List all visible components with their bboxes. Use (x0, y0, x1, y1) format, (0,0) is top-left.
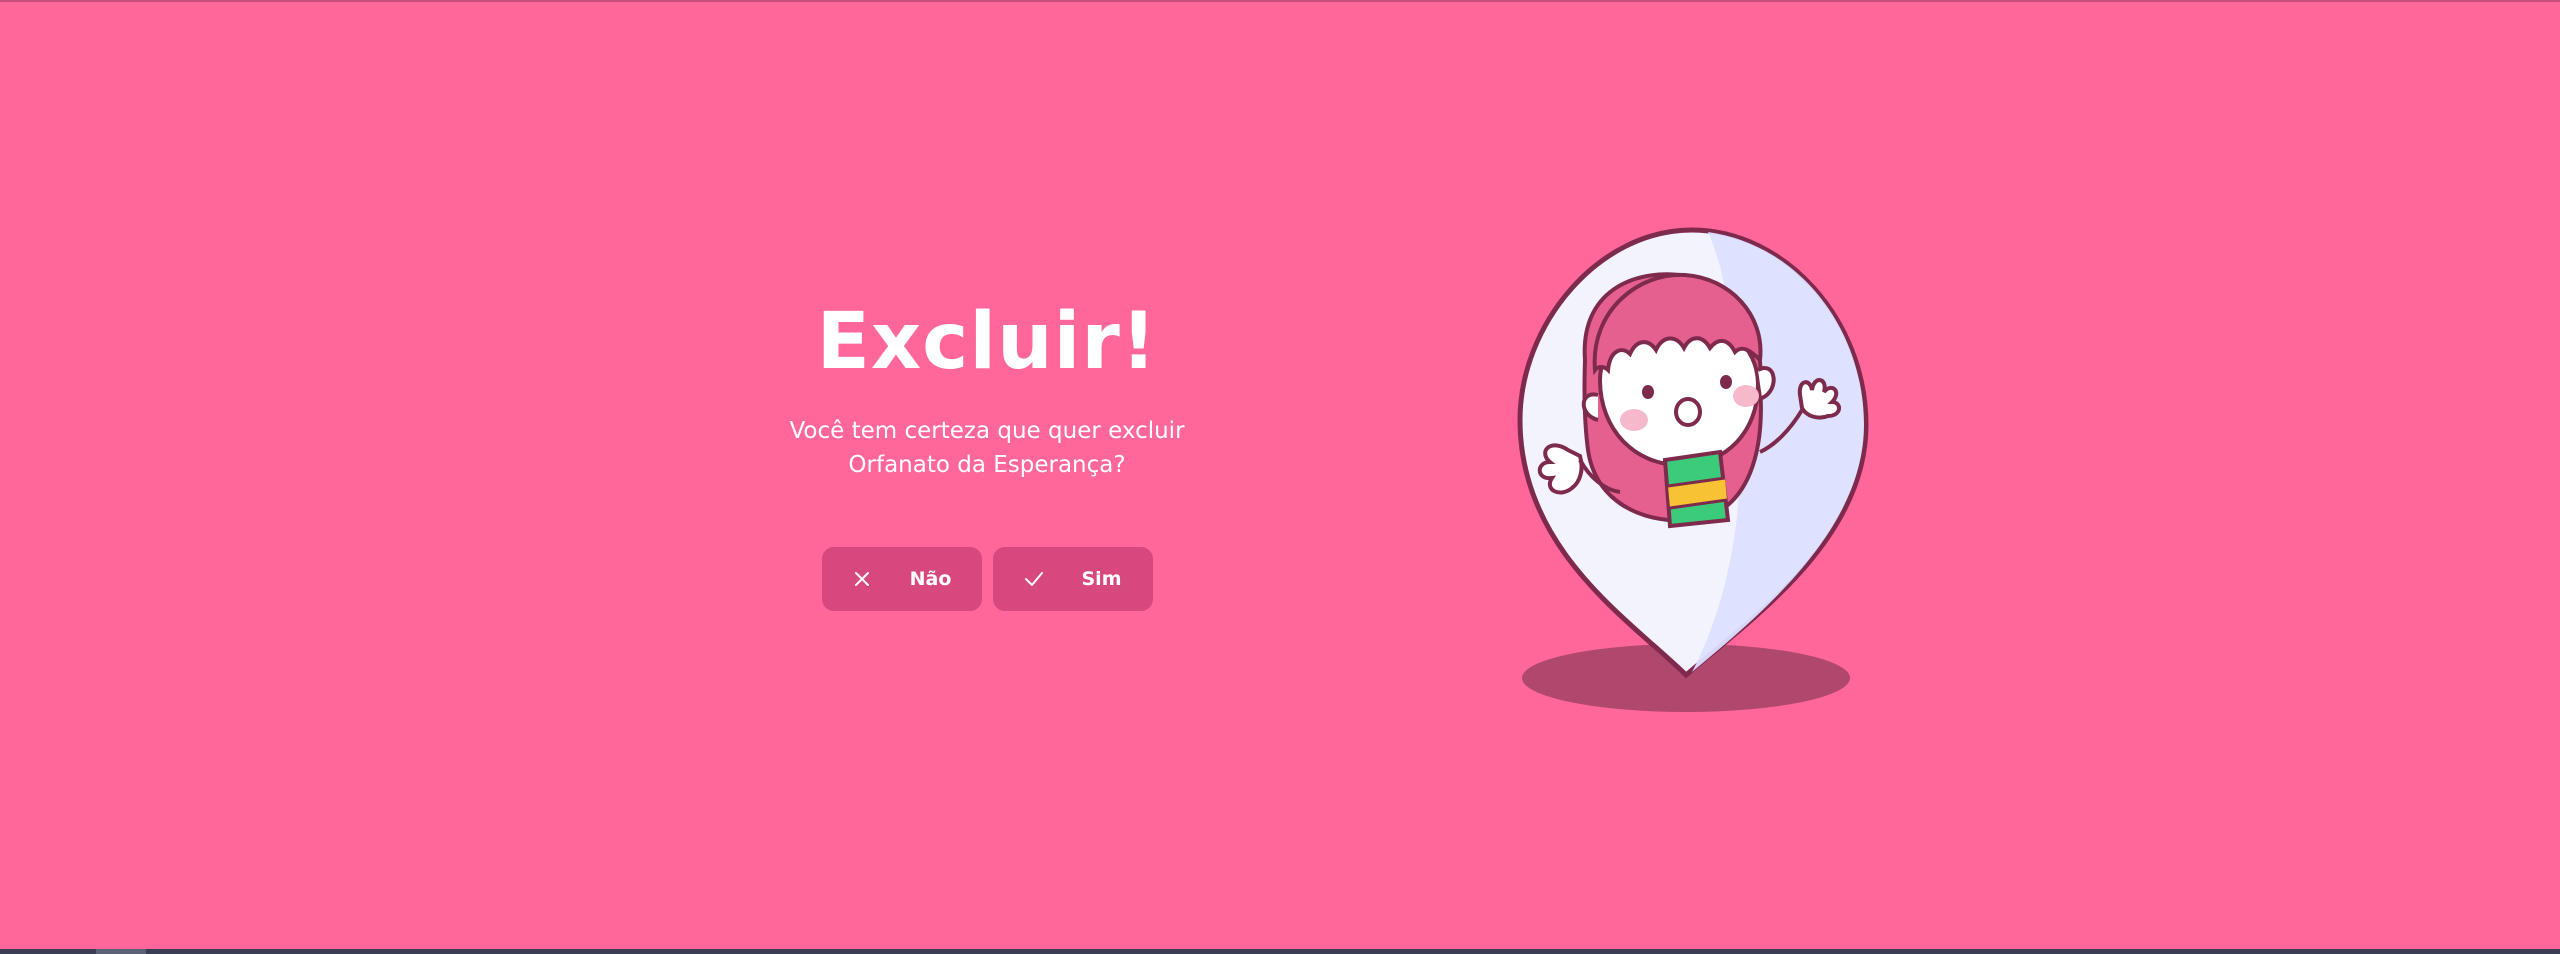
no-button[interactable]: Não (821, 546, 982, 611)
confirmation-message-line-2: Orfanato da Esperança? (848, 452, 1126, 479)
page-title: Excluir! (816, 297, 1158, 387)
taskbar-strip (0, 949, 2560, 954)
window-top-border (0, 0, 2560, 2)
yes-button[interactable]: Sim (992, 546, 1153, 611)
button-group: Não Sim (742, 546, 1232, 611)
yes-button-label: Sim (1081, 567, 1122, 590)
close-icon (852, 569, 872, 589)
check-icon (1024, 569, 1044, 589)
confirmation-message-line-1: Você tem certeza que quer excluir (789, 417, 1185, 444)
confirmation-message: Você tem certeza que quer excluir Orfana… (742, 414, 1232, 483)
map-pin-illustration (1480, 220, 1900, 720)
taskbar-segment (96, 949, 146, 954)
no-button-label: Não (909, 567, 952, 590)
delete-confirmation: Excluir! Você tem certeza que quer exclu… (742, 297, 1232, 611)
